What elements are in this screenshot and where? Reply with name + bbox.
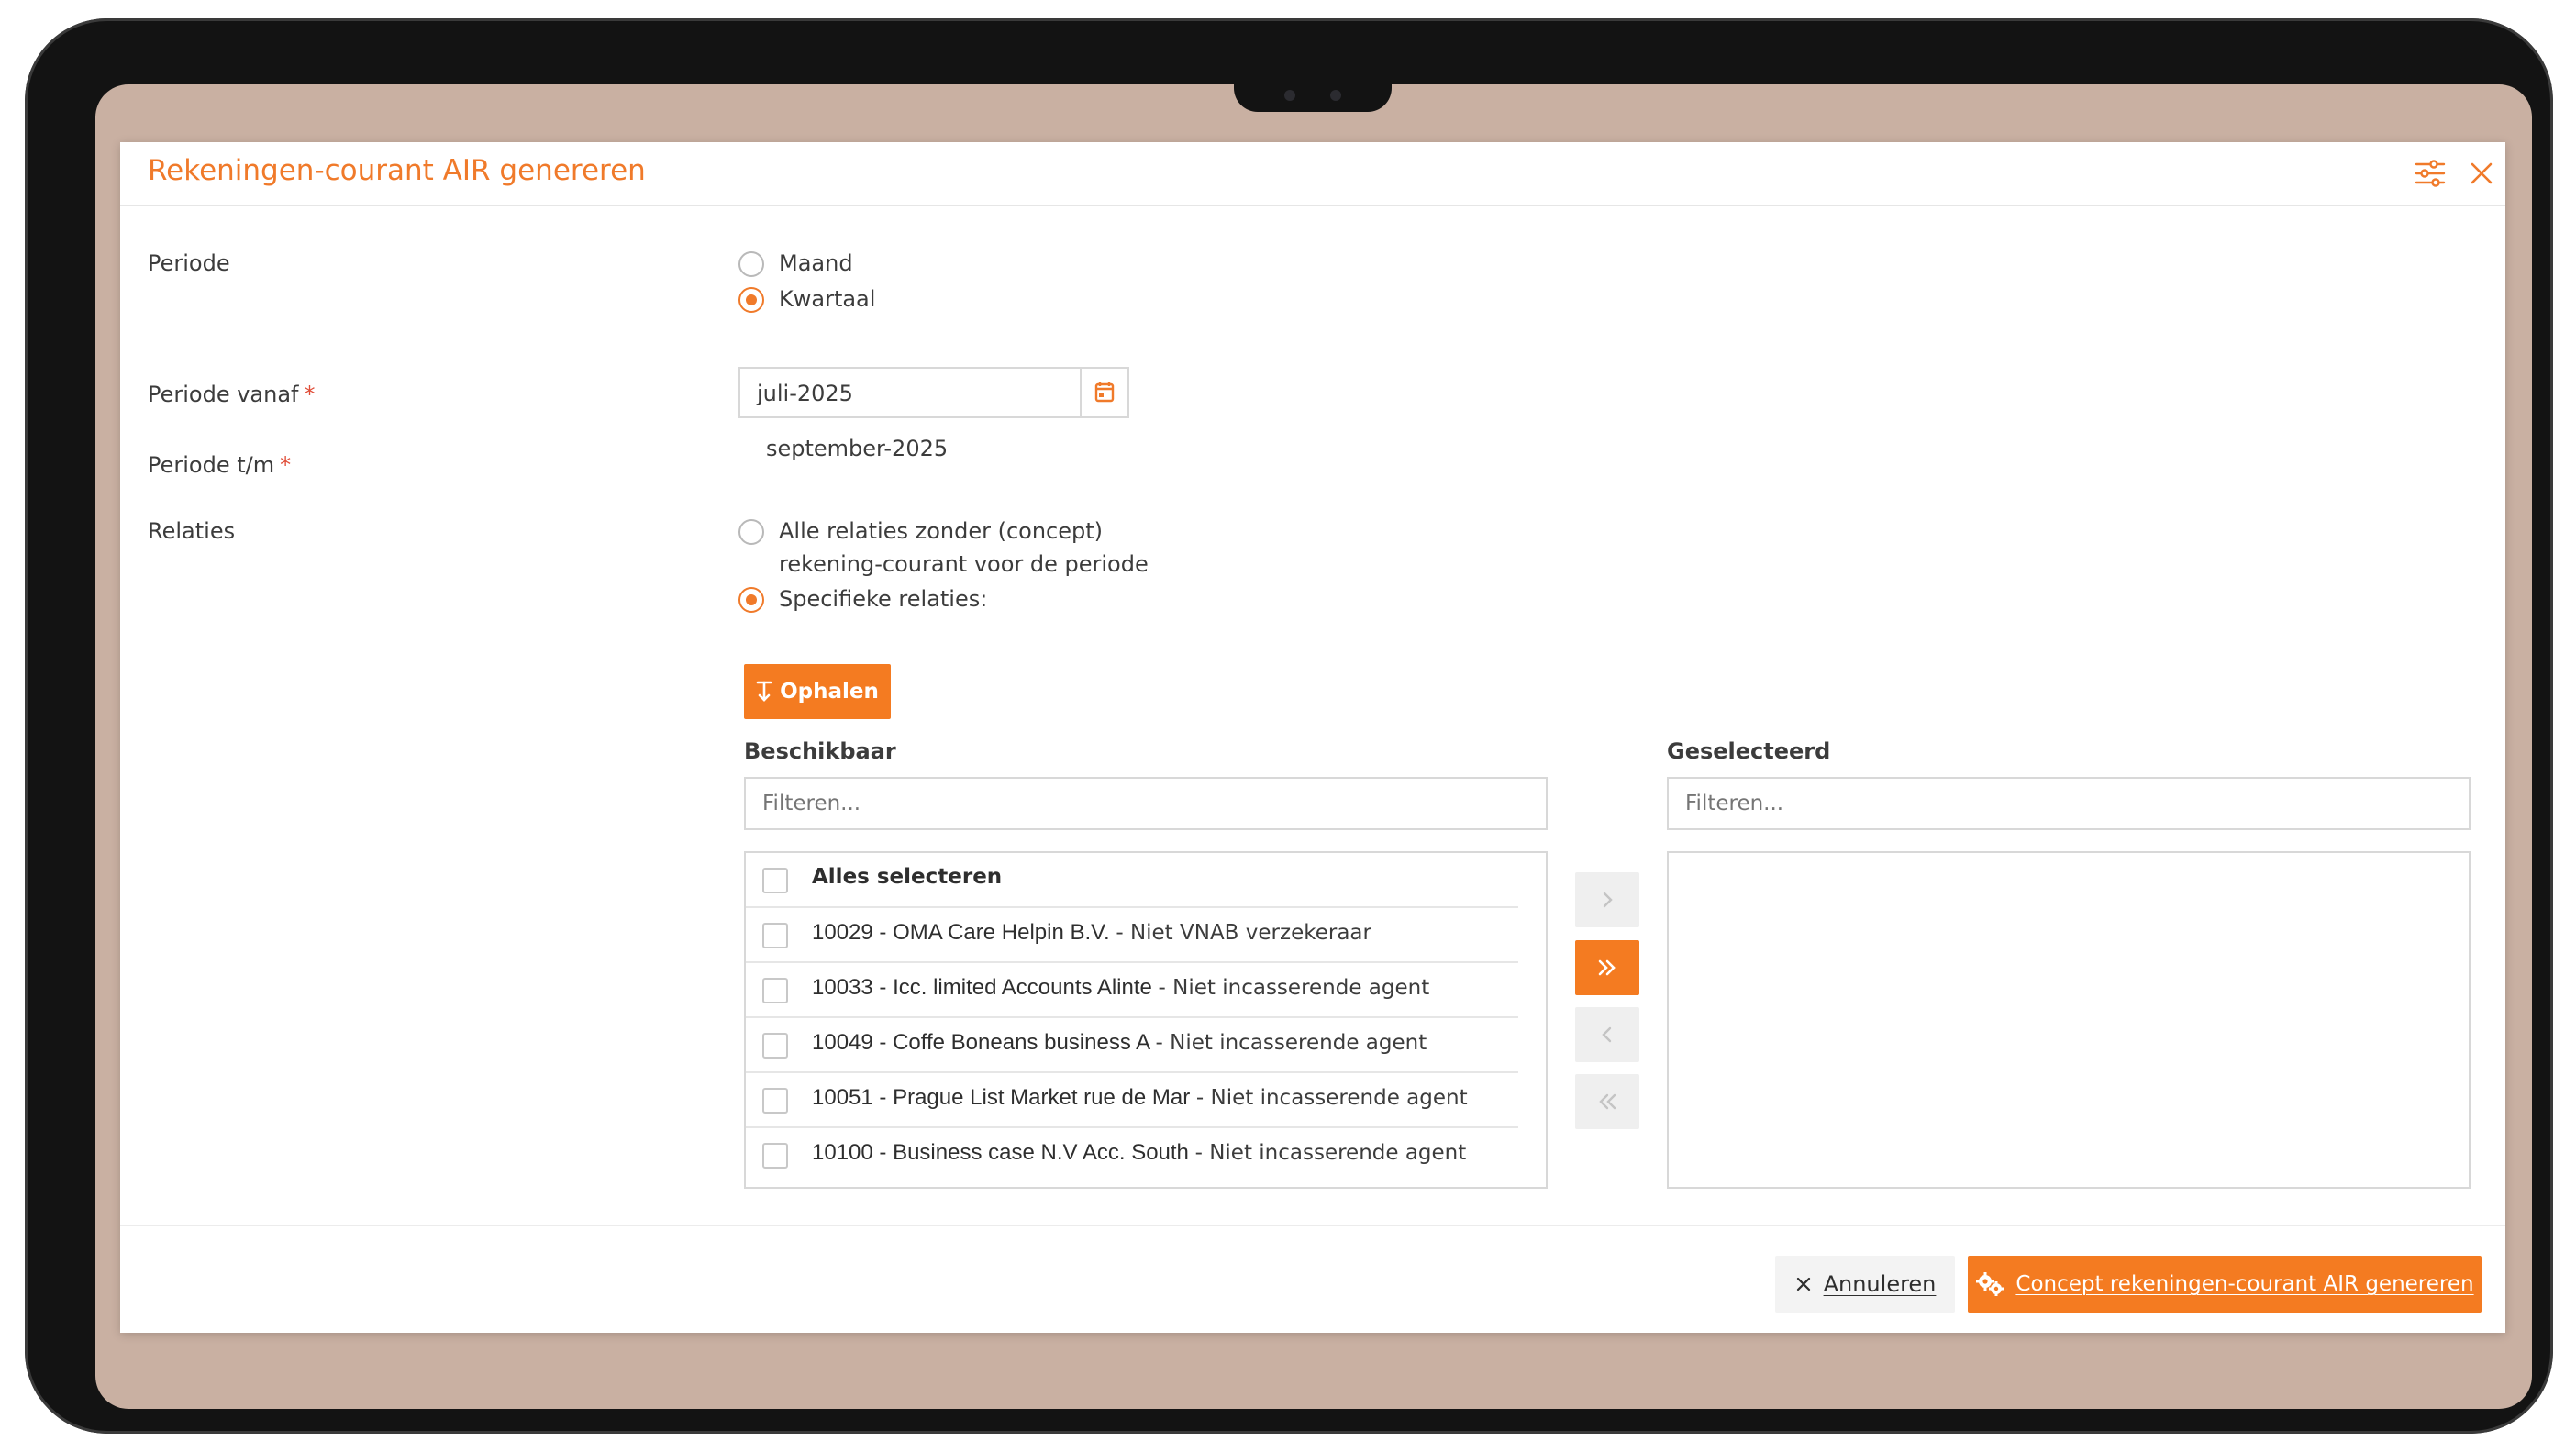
periode-vanaf-label: Periode vanaf * bbox=[148, 382, 316, 407]
radio-alle-relaties-label-line1: Alle relaties zonder (concept) bbox=[779, 518, 1104, 544]
geselecteerd-title: Geselecteerd bbox=[1667, 738, 1831, 764]
relaties-label: Relaties bbox=[148, 518, 236, 544]
list-item-checkbox[interactable] bbox=[762, 1143, 788, 1169]
cancel-button[interactable]: Annuleren bbox=[1775, 1256, 1955, 1313]
periode-tm-label: Periode t/m * bbox=[148, 452, 292, 478]
list-item-checkbox[interactable] bbox=[762, 923, 788, 948]
list-item-label: 10033 - Icc. limited Accounts Alinte - N… bbox=[812, 975, 1430, 1000]
cancel-label: Annuleren bbox=[1823, 1271, 1937, 1297]
calendar-icon bbox=[1094, 382, 1115, 403]
list-item-label: 10049 - Coffe Boneans business A - Niet … bbox=[812, 1030, 1427, 1055]
radio-maand-label: Maand bbox=[779, 250, 853, 276]
dialog-header: Rekeningen-courant AIR genereren bbox=[120, 142, 2505, 206]
geselecteerd-list bbox=[1667, 851, 2471, 1189]
select-all-row[interactable]: Alles selecteren bbox=[746, 853, 1518, 908]
sliders-icon[interactable] bbox=[2414, 157, 2447, 190]
dialog-title: Rekeningen-courant AIR genereren bbox=[148, 154, 646, 187]
periode-vanaf-input[interactable]: juli-2025 bbox=[738, 367, 1129, 418]
list-item-checkbox[interactable] bbox=[762, 1033, 788, 1059]
radio-kwartaal[interactable] bbox=[738, 287, 764, 313]
beschikbaar-list: Alles selecteren 10029 - OMA Care Helpin… bbox=[744, 851, 1548, 1189]
close-icon[interactable] bbox=[2465, 157, 2498, 190]
tablet-frame: Rekeningen-courant AIR genereren Periode… bbox=[25, 18, 2553, 1434]
move-left-button[interactable] bbox=[1575, 1007, 1639, 1062]
beschikbaar-title: Beschikbaar bbox=[744, 738, 896, 764]
chevron-left-icon bbox=[1602, 1026, 1612, 1043]
close-icon bbox=[1796, 1277, 1810, 1291]
list-item[interactable]: 10049 - Coffe Boneans business A - Niet … bbox=[746, 1018, 1518, 1073]
required-marker: * bbox=[304, 382, 316, 407]
list-item-label: 10051 - Prague List Market rue de Mar - … bbox=[812, 1085, 1468, 1110]
radio-specifieke-relaties[interactable] bbox=[738, 587, 764, 613]
move-all-right-button[interactable] bbox=[1575, 940, 1639, 995]
generate-dialog: Rekeningen-courant AIR genereren Periode… bbox=[120, 142, 2505, 1333]
download-arrow-icon bbox=[756, 681, 772, 702]
gears-icon bbox=[1976, 1272, 2004, 1296]
radio-alle-relaties-label-line2: rekening-courant voor de periode bbox=[779, 551, 1149, 577]
generate-label: Concept rekeningen-courant AIR genereren bbox=[2015, 1272, 2474, 1296]
ophalen-button[interactable]: Ophalen bbox=[744, 664, 891, 719]
beschikbaar-filter-input[interactable] bbox=[744, 777, 1548, 830]
list-item-label: 10100 - Business case N.V Acc. South - N… bbox=[812, 1140, 1467, 1165]
required-marker: * bbox=[280, 452, 292, 478]
move-all-left-button[interactable] bbox=[1575, 1074, 1639, 1129]
list-item[interactable]: 10100 - Business case N.V Acc. South - N… bbox=[746, 1128, 1518, 1183]
chevron-right-icon bbox=[1603, 892, 1613, 908]
periode-vanaf-value: juli-2025 bbox=[757, 381, 853, 406]
double-chevron-right-icon bbox=[1598, 959, 1616, 976]
geselecteerd-filter-input[interactable] bbox=[1667, 777, 2471, 830]
move-right-button[interactable] bbox=[1575, 872, 1639, 927]
ophalen-label: Ophalen bbox=[780, 680, 879, 704]
camera-dot bbox=[1330, 90, 1341, 101]
list-item[interactable]: 10051 - Prague List Market rue de Mar - … bbox=[746, 1073, 1518, 1128]
periode-label: Periode bbox=[148, 250, 230, 276]
radio-alle-relaties[interactable] bbox=[738, 519, 764, 545]
list-item-label: 10029 - OMA Care Helpin B.V. - Niet VNAB… bbox=[812, 920, 1371, 945]
radio-specifieke-relaties-label: Specifieke relaties: bbox=[779, 586, 988, 612]
periode-tm-value: september-2025 bbox=[766, 436, 949, 461]
camera-notch bbox=[1234, 83, 1392, 112]
radio-maand[interactable] bbox=[738, 251, 764, 277]
radio-kwartaal-label: Kwartaal bbox=[779, 286, 876, 312]
list-item[interactable]: 10029 - OMA Care Helpin B.V. - Niet VNAB… bbox=[746, 908, 1518, 963]
select-all-checkbox[interactable] bbox=[762, 868, 788, 893]
calendar-button[interactable] bbox=[1080, 369, 1127, 416]
select-all-label: Alles selecteren bbox=[812, 865, 1003, 889]
double-chevron-left-icon bbox=[1599, 1093, 1616, 1110]
footer-divider bbox=[120, 1225, 2505, 1226]
list-item-checkbox[interactable] bbox=[762, 978, 788, 1003]
generate-concept-button[interactable]: Concept rekeningen-courant AIR genereren bbox=[1968, 1256, 2482, 1313]
camera-dot bbox=[1284, 90, 1295, 101]
list-item[interactable]: 10033 - Icc. limited Accounts Alinte - N… bbox=[746, 963, 1518, 1018]
list-item-checkbox[interactable] bbox=[762, 1088, 788, 1114]
